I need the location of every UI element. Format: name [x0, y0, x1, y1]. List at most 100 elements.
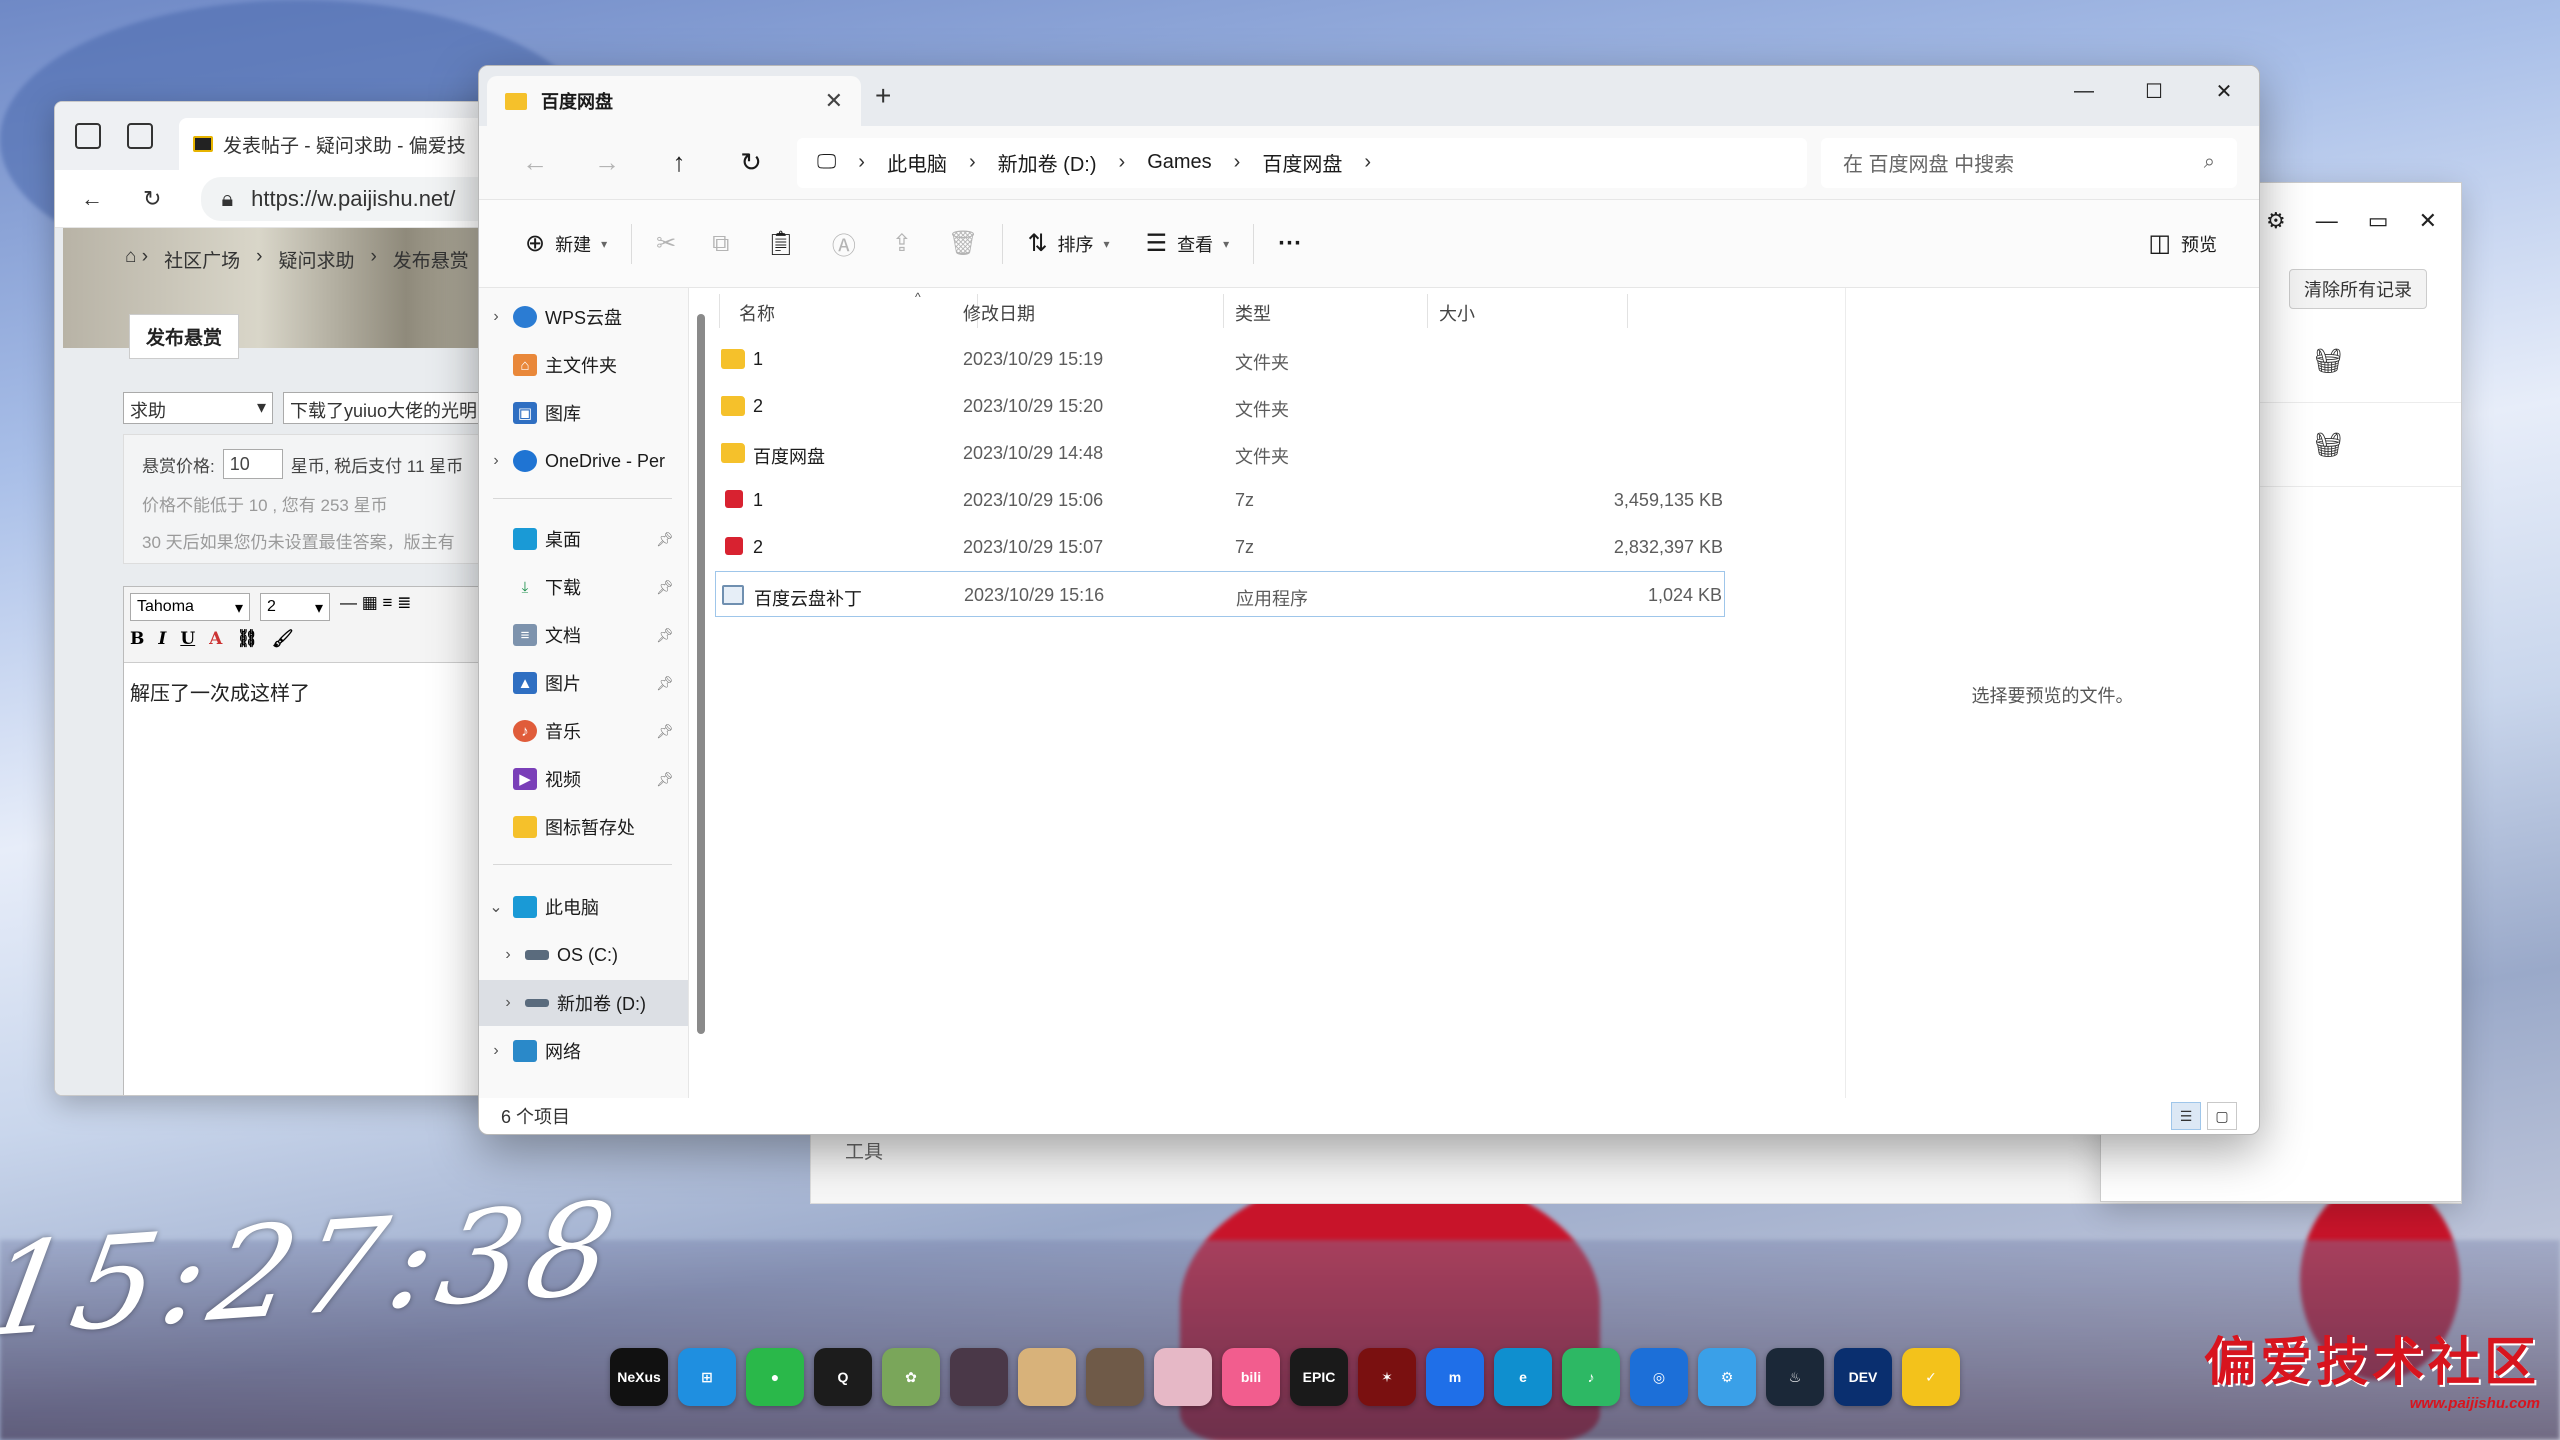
refresh-icon[interactable]: ↻ — [715, 147, 787, 178]
dock-app-music-icon[interactable]: ♪ — [1562, 1348, 1620, 1406]
close-icon[interactable]: ✕ — [2189, 66, 2259, 116]
editor-format-icons[interactable]: — ▦ ≡ ≣ — [340, 593, 411, 621]
copy-button[interactable]: ⧉ — [694, 230, 747, 258]
file-row[interactable]: 百度云盘补丁 2023/10/29 15:16 应用程序 1,024 KB — [715, 571, 1725, 617]
nav-desktop[interactable]: 桌面 📌︎ — [479, 516, 688, 562]
file-row[interactable]: 百度网盘 2023/10/29 14:48 文件夹 — [715, 430, 1725, 476]
forward-icon[interactable]: → — [571, 147, 643, 178]
publish-bounty-tab[interactable]: 发布悬赏 — [129, 314, 240, 359]
category-select[interactable]: 求助 ▾ — [123, 392, 273, 424]
tiles-view-icon[interactable]: ▢ — [2207, 1102, 2237, 1130]
details-view-icon[interactable]: ☰ — [2171, 1102, 2201, 1130]
search-icon[interactable]: ⌕ — [2204, 151, 2215, 174]
nav-gallery[interactable]: ▣ 图库 — [479, 390, 688, 436]
settings-icon[interactable]: ⚙ — [2266, 208, 2286, 234]
text-color-icon[interactable]: A — [209, 629, 222, 649]
maximize-icon[interactable]: ▭ — [2368, 208, 2389, 234]
dock-app-game-icon[interactable] — [1018, 1348, 1076, 1406]
pin-icon[interactable]: 📌︎ — [656, 771, 674, 788]
crumb-home-icon[interactable]: ⌂ › — [125, 246, 148, 273]
column-divider[interactable] — [1627, 294, 1628, 328]
nav-downloads[interactable]: ⤓ 下载 📌︎ — [479, 564, 688, 610]
pin-icon[interactable]: 📌︎ — [656, 675, 674, 692]
close-icon[interactable]: ✕ — [2419, 208, 2437, 234]
delete-button[interactable]: 🗑︎ — [930, 229, 996, 258]
dock-app-naraka-icon[interactable]: ✶ — [1358, 1348, 1416, 1406]
dock-app-dev-icon[interactable]: DEV — [1834, 1348, 1892, 1406]
dock-app-tortoise-icon[interactable]: ✿ — [882, 1348, 940, 1406]
chevron-right-icon[interactable]: › — [479, 308, 513, 326]
close-tab-icon[interactable]: ✕ — [825, 88, 843, 114]
chevron-right-icon[interactable]: › — [479, 452, 513, 470]
nav-scrollbar[interactable] — [697, 314, 705, 1034]
dock-app-colors-icon[interactable]: ✓ — [1902, 1348, 1960, 1406]
breadcrumb-item[interactable]: 新加卷 (D:) — [998, 148, 1097, 177]
dock-app-steam-icon[interactable]: ♨ — [1766, 1348, 1824, 1406]
crumb-link[interactable]: 社区广场 — [164, 246, 240, 273]
bold-icon[interactable]: B — [130, 629, 144, 649]
dock-app-game-icon[interactable] — [950, 1348, 1008, 1406]
nav-drive-d[interactable]: › 新加卷 (D:) — [479, 980, 688, 1026]
back-arrow-icon[interactable]: ← — [81, 186, 103, 212]
nav-network[interactable]: › 网络 — [479, 1028, 688, 1074]
nav-home[interactable]: ⌂ 主文件夹 — [479, 342, 688, 388]
column-modified[interactable]: 修改日期 — [963, 300, 1035, 326]
tab-actions-icon[interactable] — [127, 123, 153, 149]
preview-pane-button[interactable]: ◫ 预览 — [2130, 229, 2235, 258]
column-divider[interactable] — [719, 294, 720, 328]
column-type[interactable]: 类型 — [1235, 300, 1271, 326]
file-row[interactable]: 2 2023/10/29 15:07 7z 2,832,397 KB — [715, 524, 1725, 570]
paste-button[interactable]: 📋︎ — [747, 229, 813, 258]
cut-button[interactable]: ✂ — [638, 229, 694, 258]
back-icon[interactable]: ← — [499, 147, 571, 178]
basket-icon[interactable]: 🧺︎ — [2313, 431, 2343, 460]
brush-icon[interactable]: 🖌︎ — [272, 629, 294, 649]
chevron-right-icon[interactable]: › — [479, 1042, 513, 1060]
chevron-down-icon[interactable]: ⌄ — [479, 897, 513, 917]
explorer-tab[interactable]: 百度网盘 ✕ — [487, 76, 861, 126]
size-select[interactable]: 2 ▾ — [260, 593, 330, 621]
column-divider[interactable] — [1427, 294, 1428, 328]
rename-button[interactable]: Ⓐ — [814, 226, 874, 261]
basket-icon[interactable]: 🧺︎ — [2313, 347, 2343, 376]
dock-app-edge-icon[interactable]: e — [1494, 1348, 1552, 1406]
dock-app-meeting-icon[interactable]: m — [1426, 1348, 1484, 1406]
pin-icon[interactable]: 📌︎ — [656, 723, 674, 740]
nav-drive-c[interactable]: › OS (C:) — [479, 932, 688, 978]
minimize-icon[interactable]: — — [2316, 208, 2338, 234]
nav-documents[interactable]: ≡ 文档 📌︎ — [479, 612, 688, 658]
nav-pictures[interactable]: ▲ 图片 📌︎ — [479, 660, 688, 706]
italic-icon[interactable]: I — [158, 629, 166, 649]
share-button[interactable]: ⇪ — [874, 229, 930, 258]
dock-app-epic-icon[interactable]: EPIC — [1290, 1348, 1348, 1406]
address-breadcrumb[interactable]: 🖵 › 此电脑 › 新加卷 (D:) › Games › 百度网盘 › — [797, 137, 1807, 188]
nav-icon-store[interactable]: 图标暂存处 — [479, 804, 688, 850]
chevron-right-icon[interactable]: › — [491, 994, 525, 1012]
chevron-right-icon[interactable]: › — [491, 946, 525, 964]
tools-label[interactable]: 工具 — [845, 1137, 883, 1164]
font-select[interactable]: Tahoma ▾ — [130, 593, 250, 621]
nav-music[interactable]: ♪ 音乐 📌︎ — [479, 708, 688, 754]
up-icon[interactable]: ↑ — [643, 147, 715, 178]
dock-app-qq-icon[interactable]: Q — [814, 1348, 872, 1406]
dock-app-windows-icon[interactable]: ⊞ — [678, 1348, 736, 1406]
nav-wps-cloud[interactable]: › WPS云盘 — [479, 294, 688, 340]
underline-icon[interactable]: U — [180, 629, 195, 649]
sort-button[interactable]: ⇅ 排序 ▾ — [1009, 229, 1127, 258]
dock-app-wechat-icon[interactable]: ● — [746, 1348, 804, 1406]
pin-icon[interactable]: 📌︎ — [656, 531, 674, 548]
crumb-link[interactable]: 疑问求助 — [278, 246, 354, 273]
nav-onedrive[interactable]: › OneDrive - Per — [479, 438, 688, 484]
more-button[interactable]: ··· — [1260, 230, 1320, 258]
breadcrumb-item[interactable]: 百度网盘 — [1262, 148, 1342, 177]
search-input[interactable]: 在 百度网盘 中搜索 ⌕ — [1821, 137, 2237, 188]
dock-app-game-icon[interactable] — [1086, 1348, 1144, 1406]
workspaces-icon[interactable] — [75, 123, 101, 149]
file-row[interactable]: 1 2023/10/29 15:06 7z 3,459,135 KB — [715, 477, 1725, 523]
bounty-price-input[interactable]: 10 — [222, 449, 283, 479]
view-button[interactable]: ☰ 查看 ▾ — [1128, 229, 1248, 258]
file-row[interactable]: 2 2023/10/29 15:20 文件夹 — [715, 383, 1725, 429]
pin-icon[interactable]: 📌︎ — [656, 627, 674, 644]
file-row[interactable]: 1 2023/10/29 15:19 文件夹 — [715, 336, 1725, 382]
nav-videos[interactable]: ▶ 视频 📌︎ — [479, 756, 688, 802]
